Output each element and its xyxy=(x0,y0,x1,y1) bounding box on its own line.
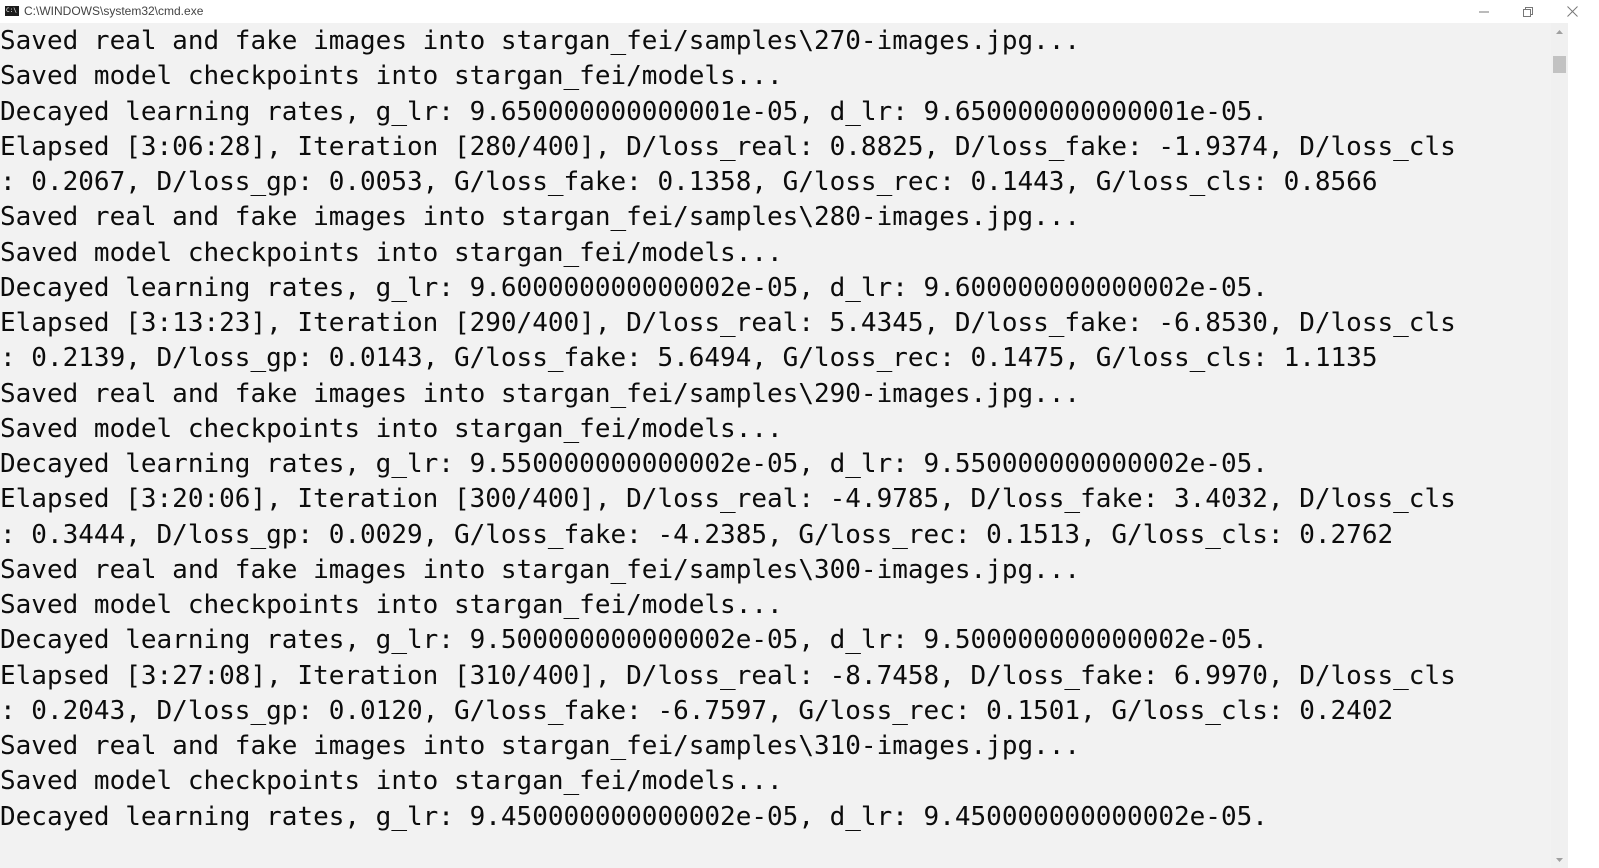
console-line: Elapsed [3:20:06], Iteration [300/400], … xyxy=(0,484,1456,515)
scroll-thumb[interactable] xyxy=(1553,55,1566,73)
minimize-icon xyxy=(1479,11,1489,12)
cmd-window: C:\ C:\WINDOWS\system32\cmd.exe Saved re… xyxy=(0,0,1599,868)
close-icon xyxy=(1566,6,1578,17)
console-line: Saved real and fake images into stargan_… xyxy=(0,26,1081,56)
console-line: : 0.2067, D/loss_gp: 0.0053, G/loss_fake… xyxy=(0,167,1378,197)
title-bar[interactable]: C:\ C:\WINDOWS\system32\cmd.exe xyxy=(0,0,1599,23)
console-line: Elapsed [3:13:23], Iteration [290/400], … xyxy=(0,308,1456,338)
console-line: Saved model checkpoints into stargan_fei… xyxy=(0,590,783,620)
console-line: Saved model checkpoints into stargan_fei… xyxy=(0,237,783,268)
console-line: Decayed learning rates, g_lr: 9.55000000… xyxy=(0,449,1268,479)
restore-icon xyxy=(1523,6,1533,17)
console-line: Decayed learning rates, g_lr: 9.65000000… xyxy=(0,96,1268,127)
arrow-up-icon xyxy=(1556,29,1563,34)
console-line: Saved real and fake images into stargan_… xyxy=(0,378,1081,409)
console-line: Decayed learning rates, g_lr: 9.45000000… xyxy=(0,801,1268,832)
vertical-scrollbar[interactable] xyxy=(1551,23,1568,868)
window-edge xyxy=(1568,23,1599,868)
restore-button[interactable] xyxy=(1506,0,1550,23)
window-title: C:\WINDOWS\system32\cmd.exe xyxy=(24,4,204,18)
arrow-down-icon xyxy=(1556,857,1563,862)
console-line: Decayed learning rates, g_lr: 9.50000000… xyxy=(0,625,1268,656)
close-button[interactable] xyxy=(1550,0,1594,23)
console-line: Saved real and fake images into stargan_… xyxy=(0,731,1081,761)
console-line: Decayed learning rates, g_lr: 9.60000000… xyxy=(0,272,1268,303)
console-line: : 0.3444, D/loss_gp: 0.0029, G/loss_fake… xyxy=(0,519,1394,550)
console-line: : 0.2139, D/loss_gp: 0.0143, G/loss_fake… xyxy=(0,343,1378,374)
scroll-up-button[interactable] xyxy=(1551,23,1568,40)
console-line: Saved model checkpoints into stargan_fei… xyxy=(0,61,783,92)
console-line: Saved real and fake images into stargan_… xyxy=(0,554,1081,585)
console-line: Saved real and fake images into stargan_… xyxy=(0,202,1081,233)
console-line: : 0.2043, D/loss_gp: 0.0120, G/loss_fake… xyxy=(0,695,1394,726)
console-output[interactable]: Saved real and fake images into stargan_… xyxy=(0,23,1551,868)
console-line: Saved model checkpoints into stargan_fei… xyxy=(0,413,783,444)
cmd-icon[interactable]: C:\ xyxy=(5,6,19,16)
console-line: Elapsed [3:06:28], Iteration [280/400], … xyxy=(0,131,1456,162)
console-line: Saved model checkpoints into stargan_fei… xyxy=(0,766,783,797)
scroll-down-button[interactable] xyxy=(1551,851,1568,868)
minimize-button[interactable] xyxy=(1462,0,1506,23)
console-line: Elapsed [3:27:08], Iteration [310/400], … xyxy=(0,660,1456,691)
